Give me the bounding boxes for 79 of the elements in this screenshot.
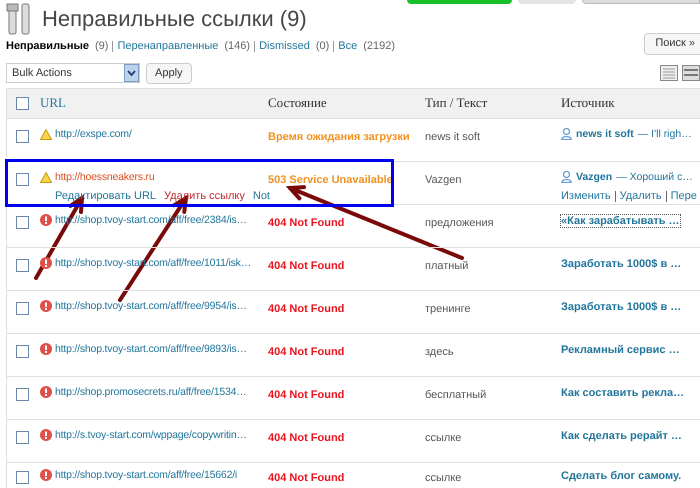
- error-icon: [40, 469, 52, 482]
- link-url[interactable]: http://shop.tvoy-start.com/aff/free/9893/is…: [55, 342, 247, 358]
- filter-link[interactable]: Неправильные: [6, 38, 89, 54]
- link-text: Vazgen: [425, 174, 462, 186]
- column-header[interactable]: URL: [40, 95, 66, 110]
- status-text: Время ожидания загрузки: [268, 130, 410, 142]
- post-title-link[interactable]: Как сделать рерайт …: [561, 430, 682, 442]
- checkbox[interactable]: [16, 302, 29, 314]
- link-text: предложения: [425, 216, 494, 228]
- link-url[interactable]: http://exspe.com/: [55, 126, 132, 142]
- link-text: здесь: [425, 346, 454, 358]
- status-text: 404 Not Found: [268, 260, 344, 272]
- link-url[interactable]: http://shop.tvoy-start.com/aff/free/15662/i: [55, 468, 238, 484]
- comment-author-link[interactable]: Vazgen: [576, 170, 612, 186]
- search-button[interactable]: Поиск »: [644, 32, 700, 54]
- checkbox[interactable]: [16, 344, 29, 358]
- filter-link[interactable]: Все: [338, 38, 358, 54]
- post-title-link[interactable]: «Как зарабатывать …: [561, 214, 680, 226]
- page-title: Неправильные ссылки (9): [42, 5, 307, 33]
- link-url[interactable]: http://s.tvoy-start.com/wppage/copywritin…: [55, 428, 247, 444]
- post-title-link[interactable]: Как составить рекла…: [561, 386, 684, 398]
- checkbox[interactable]: [16, 130, 29, 142]
- checkbox[interactable]: [16, 96, 29, 110]
- link-text: тренинге: [425, 302, 470, 314]
- comment-author-link[interactable]: news it soft: [576, 126, 634, 142]
- link-url[interactable]: http://shop.promosecrets.ru/aff/free/1534…: [55, 384, 247, 400]
- checkbox[interactable]: [16, 470, 29, 484]
- status-text: 404 Not Found: [268, 472, 344, 484]
- row-action-link[interactable]: Изменить: [561, 188, 611, 205]
- filter-count: (146): [224, 39, 250, 54]
- status-text: 404 Not Found: [268, 432, 344, 444]
- error-icon: [40, 343, 52, 356]
- filter-link[interactable]: Dismissed: [259, 38, 310, 54]
- checkbox[interactable]: [16, 216, 29, 228]
- user-icon: [561, 171, 572, 184]
- status-text: 503 Service Unavailable: [268, 174, 393, 186]
- status-text: 404 Not Found: [268, 346, 344, 358]
- apply-button[interactable]: Apply: [146, 62, 192, 84]
- checkbox[interactable]: [16, 430, 29, 444]
- filter-link[interactable]: Перенаправленные: [117, 38, 218, 54]
- post-title-link[interactable]: Заработать 1000$ в …: [561, 300, 682, 312]
- filter-count: (0): [316, 39, 330, 54]
- list-view-icon[interactable]: [660, 65, 678, 81]
- checkbox[interactable]: [16, 388, 29, 400]
- bulk-actions-select[interactable]: Bulk Actions: [6, 63, 140, 83]
- post-title-link[interactable]: Сделать блог самому.: [561, 470, 682, 482]
- link-text: платный: [425, 260, 468, 272]
- error-icon: [40, 429, 52, 442]
- row-action-link[interactable]: Not: [252, 188, 270, 205]
- checkbox[interactable]: [16, 172, 29, 186]
- checkbox[interactable]: [16, 258, 29, 272]
- column-header: Состояние: [268, 95, 327, 110]
- post-title-link[interactable]: Рекламный сервис …: [561, 344, 680, 356]
- column-header: Тип / Текст: [425, 95, 488, 110]
- link-text: ссылке: [425, 432, 462, 444]
- post-title-link[interactable]: Заработать 1000$ в …: [561, 258, 682, 270]
- warning-icon: [40, 172, 52, 183]
- user-icon: [561, 128, 572, 140]
- status-text: 404 Not Found: [268, 216, 344, 228]
- comment-excerpt: — Хороший с…: [616, 170, 693, 184]
- excerpt-view-icon[interactable]: [682, 65, 700, 81]
- status-text: 404 Not Found: [268, 388, 344, 400]
- warning-icon: [40, 128, 52, 140]
- row-action-link[interactable]: Удалить: [620, 188, 662, 205]
- comment-excerpt: — I'll righ…: [638, 126, 692, 142]
- error-icon: [40, 386, 52, 398]
- link-url[interactable]: http://hoessneakers.ru: [55, 170, 154, 186]
- error-icon: [40, 300, 52, 312]
- link-url[interactable]: http://shop.tvoy-start.com/aff/free/9954/is…: [55, 298, 247, 314]
- filter-count: (9): [94, 39, 108, 54]
- link-text: ссылке: [425, 472, 462, 484]
- error-icon: [40, 214, 52, 226]
- error-icon: [40, 257, 52, 270]
- column-header: Источник: [561, 95, 615, 110]
- status-text: 404 Not Found: [268, 302, 344, 314]
- link-text: бесплатный: [425, 388, 486, 400]
- row-action-link[interactable]: Пере: [670, 188, 697, 205]
- link-text: news it soft: [425, 130, 480, 142]
- filter-count: (2192): [363, 39, 396, 54]
